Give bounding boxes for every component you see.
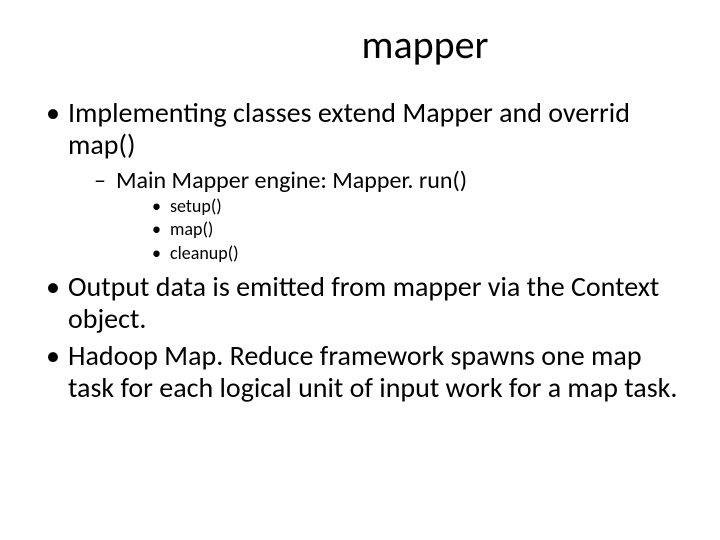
bullet-text: Implementing classes extend Mapper and o… <box>68 95 630 162</box>
bullet-text: Main Mapper engine: Mapper. run() <box>116 166 467 195</box>
bullet-level3: map() <box>146 218 680 241</box>
bullet-text: setup() <box>170 195 222 217</box>
bullet-level1: Output data is emitted from mapper via t… <box>40 271 680 335</box>
bullet-level1: Implementing classes extend Mapper and o… <box>40 97 680 265</box>
bullet-text: cleanup() <box>170 242 239 264</box>
bullet-text: map() <box>170 218 213 240</box>
bullet-text: Hadoop Map. Reduce framework spawns one … <box>68 338 677 405</box>
bullet-list: Implementing classes extend Mapper and o… <box>40 97 680 404</box>
bullet-sublist: Main Mapper engine: Mapper. run() setup(… <box>88 167 680 265</box>
slide: mapper Implementing classes extend Mappe… <box>0 0 720 540</box>
bullet-level2: Main Mapper engine: Mapper. run() setup(… <box>88 167 680 265</box>
bullet-level3: cleanup() <box>146 242 680 265</box>
bullet-subsublist: setup() map() cleanup() <box>146 195 680 265</box>
bullet-level1: Hadoop Map. Reduce framework spawns one … <box>40 340 680 404</box>
bullet-text: Output data is emitted from mapper via t… <box>68 269 659 336</box>
slide-title: mapper <box>170 20 680 69</box>
bullet-level3: setup() <box>146 195 680 218</box>
